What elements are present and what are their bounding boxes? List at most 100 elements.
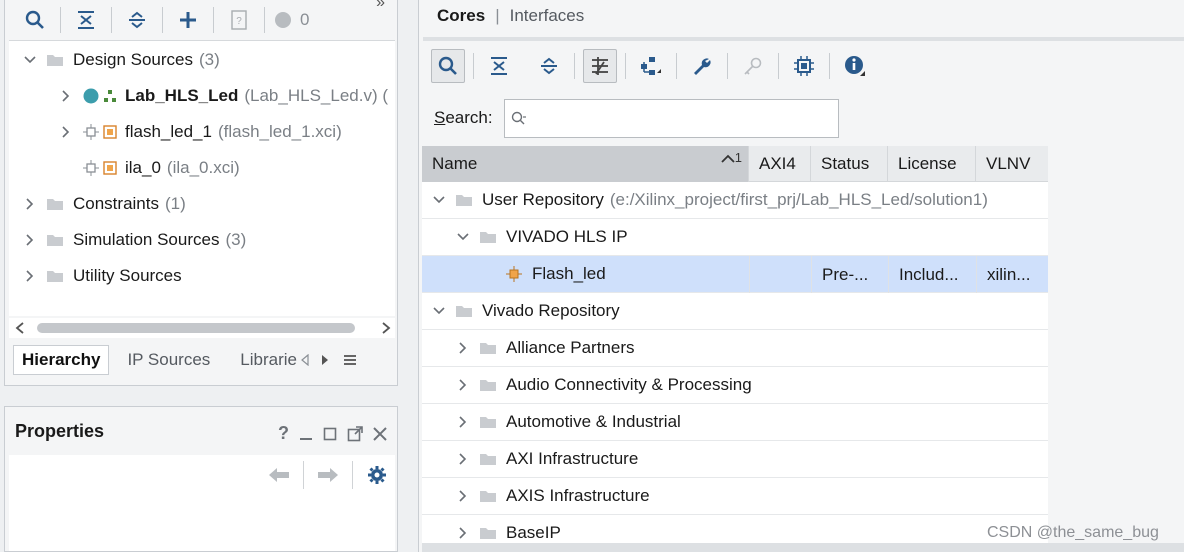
- folder-icon: [47, 271, 63, 282]
- catalog-tabs: Cores | Interfaces: [437, 4, 584, 28]
- horizontal-scrollbar-catalog[interactable]: [422, 543, 1184, 552]
- maximize-icon[interactable]: [323, 427, 337, 441]
- row-label: Vivado Repository: [482, 301, 620, 320]
- float-window-icon[interactable]: [347, 425, 363, 442]
- tree-item-utility-sources[interactable]: Utility Sources: [23, 259, 182, 293]
- cell-license: Includ...: [899, 264, 959, 284]
- row-label: Flash_led: [532, 264, 606, 283]
- tree-item-design-sources[interactable]: Design Sources (3): [23, 43, 220, 77]
- tab-ip-sources[interactable]: IP Sources: [119, 345, 218, 375]
- tab-libraries[interactable]: Librarie: [232, 345, 299, 375]
- key-icon: [744, 57, 762, 75]
- search-button[interactable]: [19, 4, 51, 36]
- search-input[interactable]: [504, 99, 839, 138]
- folder-icon: [47, 235, 63, 246]
- tree-item-count: (3): [225, 230, 247, 249]
- ip-catalog-table: Name 1 AXI4 Status License VLNV User Rep…: [422, 146, 1048, 552]
- table-row[interactable]: Vivado Repository: [422, 293, 1048, 330]
- tree-item-constraints[interactable]: Constraints (1): [23, 187, 186, 221]
- info-icon: [845, 56, 865, 76]
- row-label: AXIS Infrastructure: [506, 486, 650, 505]
- unknown-button[interactable]: ?: [223, 4, 255, 36]
- column-header-vlnv[interactable]: VLNV: [976, 146, 1048, 182]
- tab-hierarchy[interactable]: Hierarchy: [13, 345, 110, 375]
- forward-arrow-icon[interactable]: [318, 468, 338, 482]
- help-icon[interactable]: ?: [278, 423, 289, 444]
- chevron-right-icon[interactable]: [456, 452, 470, 466]
- table-row[interactable]: Audio Connectivity & Processing: [422, 367, 1048, 404]
- tree-item-detail: (ila_0.xci): [166, 158, 240, 177]
- column-header-status[interactable]: Status: [811, 146, 888, 182]
- chevron-right-icon[interactable]: [456, 489, 470, 503]
- chevron-down-icon[interactable]: [23, 53, 37, 67]
- collapse-all-button[interactable]: [482, 49, 516, 83]
- scrollbar-thumb[interactable]: [37, 323, 355, 333]
- settings-button[interactable]: [685, 49, 719, 83]
- badge-count: 0: [300, 10, 310, 29]
- chevron-down-icon[interactable]: [432, 193, 446, 207]
- table-row-selected[interactable]: Flash_led Pre-... Includ... xilin...: [422, 256, 1048, 293]
- column-header-license[interactable]: License: [888, 146, 976, 182]
- interface-filter-icon: [592, 57, 608, 75]
- chevron-right-icon[interactable]: [23, 197, 37, 211]
- minimize-icon[interactable]: [299, 427, 313, 441]
- show-interfaces-button[interactable]: [583, 49, 617, 83]
- gear-icon[interactable]: [367, 465, 387, 485]
- chevron-right-icon[interactable]: [456, 526, 470, 540]
- column-header-axi4[interactable]: AXI4: [749, 146, 811, 182]
- scroll-left-icon[interactable]: [15, 322, 25, 334]
- chevron-right-icon[interactable]: [59, 125, 73, 139]
- folder-icon: [480, 528, 496, 539]
- sources-toolbar: ? 0 »: [5, 0, 397, 40]
- tree-item-count: (1): [164, 194, 186, 213]
- scroll-right-icon[interactable]: [381, 322, 391, 334]
- tree-item-lab-hls-led[interactable]: Lab_HLS_Led (Lab_HLS_Led.v) (: [59, 79, 388, 113]
- add-sources-button[interactable]: [172, 4, 204, 36]
- tab-cores[interactable]: Cores: [437, 6, 485, 26]
- table-row[interactable]: AXI Infrastructure: [422, 441, 1048, 478]
- status-badge[interactable]: 0: [274, 4, 318, 36]
- row-label: Alliance Partners: [506, 338, 635, 357]
- chevron-right-icon[interactable]: [456, 415, 470, 429]
- ip-details-button[interactable]: [787, 49, 821, 83]
- tree-item-flash-led-1[interactable]: flash_led_1 (flash_led_1.xci): [59, 115, 342, 149]
- chevron-right-icon[interactable]: [23, 269, 37, 283]
- group-by-button[interactable]: [634, 49, 668, 83]
- chevron-right-icon[interactable]: [23, 233, 37, 247]
- tab-menu-icon[interactable]: [343, 354, 357, 366]
- table-row[interactable]: Alliance Partners: [422, 330, 1048, 367]
- collapse-all-icon: [78, 11, 94, 29]
- table-row[interactable]: Automotive & Industrial: [422, 404, 1048, 441]
- folder-icon: [480, 380, 496, 391]
- row-label: Automotive & Industrial: [506, 412, 681, 431]
- info-button[interactable]: [838, 49, 872, 83]
- expand-all-button[interactable]: [121, 4, 153, 36]
- expand-all-button[interactable]: [532, 49, 566, 83]
- collapse-all-button[interactable]: [70, 4, 102, 36]
- back-arrow-icon[interactable]: [269, 468, 289, 482]
- tree-item-label: Utility Sources: [73, 266, 182, 285]
- tab-scroll-left-icon[interactable]: [301, 354, 309, 366]
- license-button[interactable]: [736, 49, 770, 83]
- table-row[interactable]: AXIS Infrastructure: [422, 478, 1048, 515]
- search-icon: [25, 10, 44, 29]
- column-header-name[interactable]: Name 1: [422, 146, 749, 182]
- chevron-down-icon[interactable]: [432, 304, 446, 318]
- search-toggle-button[interactable]: [431, 49, 465, 83]
- tree-item-ila-0[interactable]: ila_0 (ila_0.xci): [83, 151, 240, 185]
- toolbar-overflow[interactable]: »: [376, 0, 385, 12]
- table-row[interactable]: User Repository (e:/Xilinx_project/first…: [422, 182, 1048, 219]
- horizontal-scrollbar[interactable]: [9, 318, 395, 338]
- folder-icon: [480, 232, 496, 243]
- tab-interfaces[interactable]: Interfaces: [510, 6, 585, 26]
- close-icon[interactable]: [373, 426, 387, 441]
- chevron-down-icon[interactable]: [456, 230, 470, 244]
- table-row[interactable]: VIVADO HLS IP: [422, 219, 1048, 256]
- chevron-right-icon[interactable]: [456, 341, 470, 355]
- chevron-right-icon[interactable]: [456, 378, 470, 392]
- watermark: CSDN @the_same_bug: [987, 524, 1159, 541]
- tree-item-label: Simulation Sources: [73, 230, 220, 249]
- tab-scroll-right-icon[interactable]: [321, 354, 329, 366]
- chevron-right-icon[interactable]: [59, 89, 73, 103]
- tree-item-simulation-sources[interactable]: Simulation Sources (3): [23, 223, 246, 257]
